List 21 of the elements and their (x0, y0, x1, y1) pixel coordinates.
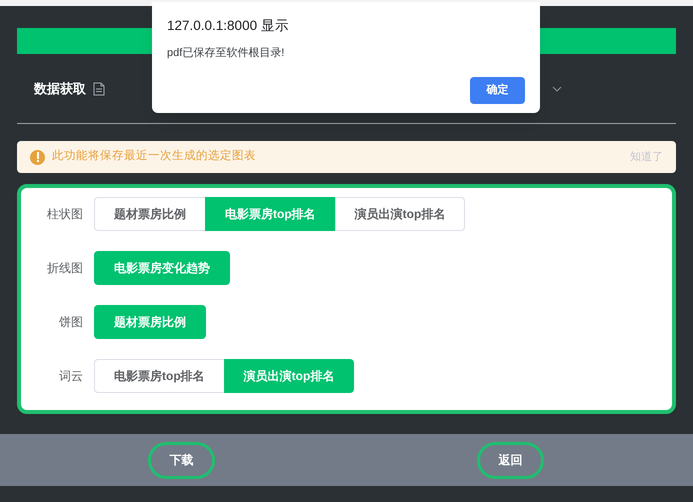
group-label: 柱状图 (46, 206, 84, 223)
alert-message: 此功能将保存最近一次生成的选定图表 (52, 148, 257, 164)
group-label: 词云 (58, 368, 84, 385)
back-button[interactable]: 返回 (477, 442, 544, 478)
download-button[interactable]: 下载 (148, 442, 215, 478)
option-button[interactable]: 电影票房top排名 (94, 359, 225, 393)
group-label: 饼图 (58, 314, 84, 331)
option-button[interactable]: 演员出演top排名 (224, 359, 354, 393)
option-button[interactable]: 题材票房比例 (94, 197, 206, 231)
dialog-message: pdf已保存至软件根目录! (167, 46, 286, 62)
option-button[interactable]: 电影票房top排名 (205, 197, 336, 231)
group-label: 折线图 (46, 260, 84, 277)
ok-button[interactable]: 确定 (470, 76, 525, 104)
document-icon (93, 82, 105, 96)
option-button[interactable]: 演员出演top排名 (334, 197, 466, 231)
option-button[interactable]: 题材票房比例 (94, 305, 206, 339)
warning-icon (30, 150, 45, 164)
option-button[interactable]: 电影票房变化趋势 (94, 251, 230, 285)
dialog-title: 127.0.0.1:8000 显示 (167, 17, 290, 35)
chevron-down-icon[interactable] (552, 86, 562, 92)
nav-link[interactable]: 数据获取 (34, 78, 86, 98)
